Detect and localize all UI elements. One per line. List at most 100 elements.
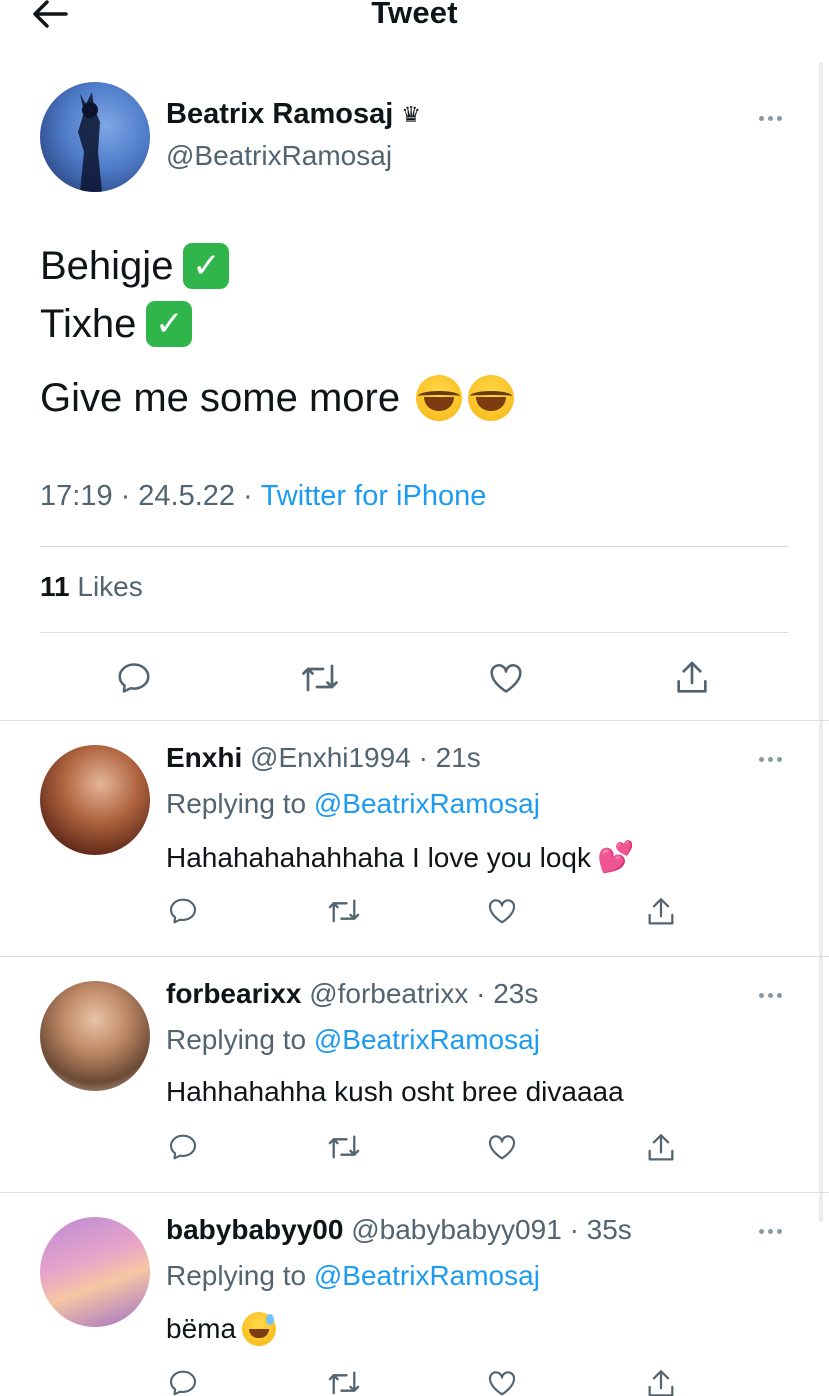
like-button[interactable] (485, 1131, 519, 1163)
replying-to: Replying to @BeatrixRamosaj (166, 1024, 540, 1056)
reply-icon (169, 1134, 197, 1160)
tweet-text-line: Give me some more (40, 375, 515, 421)
reply-header: babybabyy00 @babybabyy091 · 35s (166, 1214, 632, 1246)
tweet-source-link[interactable]: Twitter for iPhone (261, 480, 487, 513)
reply-button[interactable] (166, 1367, 200, 1396)
heart-icon (488, 1371, 516, 1396)
separator: · (243, 480, 253, 512)
author-name[interactable]: Beatrix Ramosaj (166, 98, 393, 131)
reply-time: · 35s (569, 1214, 632, 1245)
more-options-button[interactable] (752, 108, 788, 128)
likes-label: Likes (77, 571, 143, 602)
like-button[interactable] (485, 1367, 519, 1396)
reply-header: forbearixx @forbeatrixx · 23s (166, 978, 538, 1010)
reply-author-name[interactable]: Enxhi (166, 742, 242, 773)
page-title: Tweet (371, 0, 458, 30)
reply-button[interactable] (166, 1131, 200, 1163)
share-icon (648, 1134, 674, 1161)
grinning-sweat-emoji-icon (242, 1312, 277, 1346)
more-dot-icon (758, 115, 764, 121)
tweet-time: 17:19 (40, 480, 113, 512)
reply-text-row: Hahhahahha kush osht bree divaaaa (166, 1076, 624, 1108)
retweet-button[interactable] (298, 658, 342, 698)
avatar[interactable] (40, 745, 150, 855)
reply-icon (118, 663, 150, 693)
divider (40, 546, 788, 547)
more-dot-icon (758, 1228, 764, 1234)
reply-author-handle[interactable]: @Enxhi1994 (250, 742, 411, 773)
mention-link[interactable]: @BeatrixRamosaj (314, 1260, 540, 1291)
replying-to: Replying to @BeatrixRamosaj (166, 788, 540, 820)
scrollbar[interactable] (819, 62, 823, 1222)
retweet-icon (328, 1371, 360, 1395)
likes-summary[interactable]: 11 Likes (40, 571, 143, 603)
share-button[interactable] (644, 1131, 678, 1165)
more-dot-icon (767, 756, 773, 762)
reply-time: · 21s (418, 742, 481, 773)
heart-icon (488, 1135, 516, 1160)
check-mark-icon: ✓ (183, 243, 230, 289)
share-icon (677, 661, 707, 693)
retweet-button[interactable] (326, 895, 362, 927)
crown-icon: ♛ (401, 101, 422, 127)
heart-icon (488, 899, 516, 924)
avatar[interactable] (40, 82, 150, 192)
tweet-text-line: Behigje ✓ (40, 243, 230, 289)
more-dot-icon (758, 756, 764, 762)
tweet-text: Behigje (40, 243, 174, 288)
avatar[interactable] (40, 1217, 150, 1327)
share-button[interactable] (644, 1367, 678, 1396)
more-dot-icon (776, 992, 782, 998)
laughing-emoji-icon (416, 375, 463, 421)
more-dot-icon (767, 992, 773, 998)
reply-icon (169, 898, 197, 924)
share-button[interactable] (644, 895, 678, 929)
reply-button[interactable] (166, 895, 200, 927)
like-button[interactable] (485, 895, 519, 927)
share-button[interactable] (670, 658, 714, 698)
avatar-figure (78, 92, 102, 192)
mention-link[interactable]: @BeatrixRamosaj (314, 1024, 540, 1055)
reply-author-name[interactable]: babybabyy00 (166, 1214, 343, 1245)
reply-text-row: bëma (166, 1312, 277, 1346)
more-options-button[interactable] (752, 749, 788, 769)
reply-author-name[interactable]: forbearixx (166, 978, 301, 1009)
tweet-date: 24.5.22 (138, 480, 236, 512)
more-options-button[interactable] (752, 1221, 788, 1241)
share-icon (648, 898, 674, 925)
more-dot-icon (767, 115, 773, 121)
reply-author-handle[interactable]: @forbeatrixx (309, 978, 468, 1009)
author-handle[interactable]: @BeatrixRamosaj (166, 140, 392, 172)
reply-author-handle[interactable]: @babybabyy091 (351, 1214, 562, 1245)
reply-text: Hahhahahha kush osht bree divaaaa (166, 1076, 624, 1107)
more-options-button[interactable] (752, 985, 788, 1005)
laughing-emoji-icon (468, 375, 515, 421)
reply-icon (169, 1370, 197, 1396)
avatar[interactable] (40, 981, 150, 1091)
tweet-text-line: Tixhe ✓ (40, 301, 193, 347)
tweet-text: Tixhe (40, 301, 137, 346)
like-button[interactable] (484, 658, 528, 698)
reply-text: bëma (166, 1313, 237, 1344)
two-hearts-icon: 💕 (597, 841, 635, 874)
replying-to: Replying to @BeatrixRamosaj (166, 1260, 540, 1292)
retweet-button[interactable] (326, 1367, 362, 1396)
tweet-text: Give me some more (40, 375, 401, 420)
retweet-button[interactable] (326, 1131, 362, 1163)
mention-link[interactable]: @BeatrixRamosaj (314, 788, 540, 819)
top-bar: Tweet (0, 0, 829, 40)
more-dot-icon (758, 992, 764, 998)
reply-text-row: Hahahahahahhaha I love you loqk 💕 (166, 840, 634, 875)
more-dot-icon (776, 115, 782, 121)
divider (0, 720, 829, 721)
tweet-meta: 17:19 · 24.5.22 · Twitter for iPhone (40, 480, 486, 513)
replying-label: Replying to (166, 788, 307, 819)
more-dot-icon (776, 756, 782, 762)
divider (0, 956, 829, 957)
retweet-icon (302, 664, 338, 692)
reply-button[interactable] (112, 658, 156, 698)
heart-icon (490, 664, 522, 693)
retweet-icon (328, 1135, 360, 1159)
replying-label: Replying to (166, 1260, 307, 1291)
more-dot-icon (767, 1228, 773, 1234)
